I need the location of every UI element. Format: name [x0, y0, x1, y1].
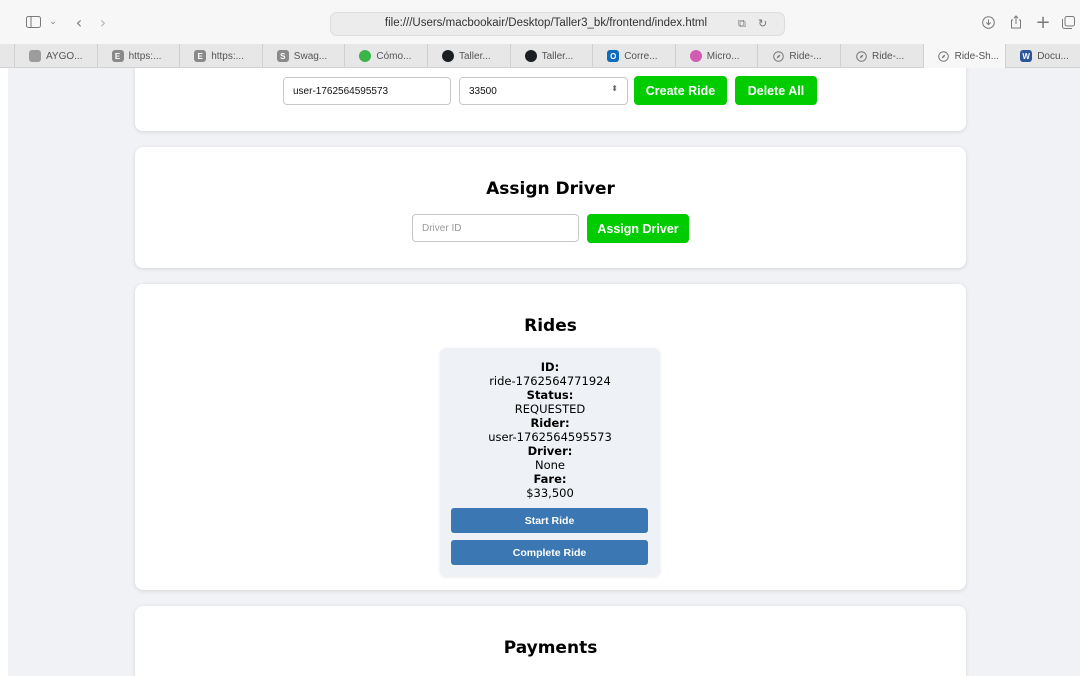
assign-driver-button[interactable]: Assign Driver [587, 214, 689, 243]
ride-driver-label: Driver: [527, 444, 573, 458]
browser-tab[interactable]: AYGO... [14, 44, 97, 68]
ride-id-value: ride-1762564771924 [489, 374, 611, 388]
payments-title: Payments [503, 638, 598, 658]
translate-icon[interactable]: ⧉ [738, 17, 746, 31]
compass-icon [855, 50, 867, 62]
tab-label: Cómo... [376, 50, 412, 62]
browser-tab[interactable]: O Corre... [592, 44, 675, 68]
ride-fare-value: $33,500 [526, 486, 574, 500]
fare-input[interactable]: 33500 ⬍ [459, 77, 628, 105]
delete-all-button[interactable]: Delete All [735, 76, 817, 105]
browser-tab[interactable]: Taller... [427, 44, 510, 68]
tab-label: AYGO... [46, 50, 83, 62]
browser-toolbar: ⌄ ‹ › file:///Users/macbookair/Desktop/T… [0, 0, 1080, 44]
s-icon: S [276, 50, 289, 62]
ride-status-label: Status: [526, 388, 574, 402]
back-icon[interactable]: ‹ [72, 12, 86, 32]
browser-tab[interactable]: Ride-... [840, 44, 923, 68]
tab-label: Ride-... [789, 50, 822, 62]
tab-label: Ride-... [872, 50, 905, 62]
share-icon[interactable] [1008, 12, 1024, 32]
ride-driver-value: None [534, 458, 565, 472]
browser-tab[interactable]: Taller... [509, 44, 593, 68]
green-circle-icon [359, 50, 372, 62]
create-ride-button[interactable]: Create Ride [634, 76, 727, 105]
payments-card: Payments [135, 606, 966, 676]
ride-rider-value: user-1762564595573 [488, 430, 612, 444]
chevron-down-icon[interactable]: ⌄ [47, 12, 59, 32]
compass-icon [772, 50, 784, 62]
tab-label: Ride-Sh... [954, 50, 1000, 62]
start-ride-button[interactable]: Start Ride [451, 508, 648, 533]
ride-status-value: REQUESTED [514, 402, 586, 416]
tab-label: Swag... [293, 50, 328, 62]
ride-id-label: ID: [540, 360, 560, 374]
e-icon: E [194, 50, 207, 62]
compass-icon [938, 50, 950, 62]
address-bar[interactable]: file:///Users/macbookair/Desktop/Taller3… [330, 12, 785, 36]
forward-icon[interactable]: › [96, 12, 110, 32]
copilot-icon [689, 50, 702, 62]
browser-tab[interactable]: Ehttps:... [179, 44, 262, 68]
create-ride-card: user-1762564595573 33500 ⬍ Create Ride D… [135, 68, 966, 131]
page-viewport: user-1762564595573 33500 ⬍ Create Ride D… [8, 68, 1080, 676]
tab-label: Corre... [624, 50, 658, 62]
complete-ride-button[interactable]: Complete Ride [451, 540, 648, 565]
sidebar-toggle-icon[interactable] [24, 12, 42, 32]
reload-icon[interactable]: ↻ [758, 17, 767, 30]
url-text: file:///Users/macbookair/Desktop/Taller3… [384, 17, 708, 29]
ride-rider-label: Rider: [530, 416, 570, 430]
rider-id-input[interactable]: user-1762564595573 [283, 77, 451, 105]
browser-tab[interactable]: Cómo... [344, 44, 427, 68]
stepper-icon[interactable]: ⬍ [611, 84, 618, 93]
fare-value: 33500 [469, 85, 497, 97]
assign-driver-card: Assign Driver Driver ID Assign Driver [135, 147, 966, 268]
browser-tab[interactable]: Ride-... [757, 44, 840, 68]
tab-label: Docu... [1037, 50, 1069, 62]
tab-label: https:... [211, 50, 244, 62]
rides-title: Rides [524, 316, 577, 336]
download-icon[interactable] [980, 12, 996, 32]
tab-label: Taller... [459, 50, 491, 62]
github-icon [442, 50, 454, 62]
driver-id-input[interactable]: Driver ID [412, 214, 579, 242]
ride-item: ID: ride-1762564771924 Status: REQUESTED… [440, 348, 660, 576]
word-icon: W [1020, 50, 1033, 62]
tab-label: https:... [128, 50, 162, 62]
e-icon: E [111, 50, 124, 62]
ride-fare-label: Fare: [533, 472, 567, 486]
browser-tab[interactable]: S Swag... [261, 44, 345, 68]
github-icon [524, 50, 537, 62]
outlook-icon: O [607, 50, 620, 62]
rides-card: Rides ID: ride-1762564771924 Status: REQ… [135, 284, 966, 590]
tab-overview-icon[interactable] [1060, 12, 1076, 32]
site-icon [29, 50, 41, 62]
tab-label: Micro... [706, 50, 740, 62]
browser-tab[interactable]: Ride-Sh... [922, 44, 1006, 68]
assign-driver-title: Assign Driver [486, 179, 615, 199]
tab-bar: AYGO... Ehttps:... Ehttps:... S Swag... Cómo.… [0, 44, 1080, 68]
tab-label: Taller... [541, 50, 574, 62]
browser-tab[interactable]: Micro... [674, 44, 758, 68]
browser-tab[interactable]: W Docu... [1005, 44, 1080, 68]
browser-tab[interactable]: Ehttps:... [96, 44, 180, 68]
new-tab-icon[interactable]: + [1035, 12, 1051, 33]
